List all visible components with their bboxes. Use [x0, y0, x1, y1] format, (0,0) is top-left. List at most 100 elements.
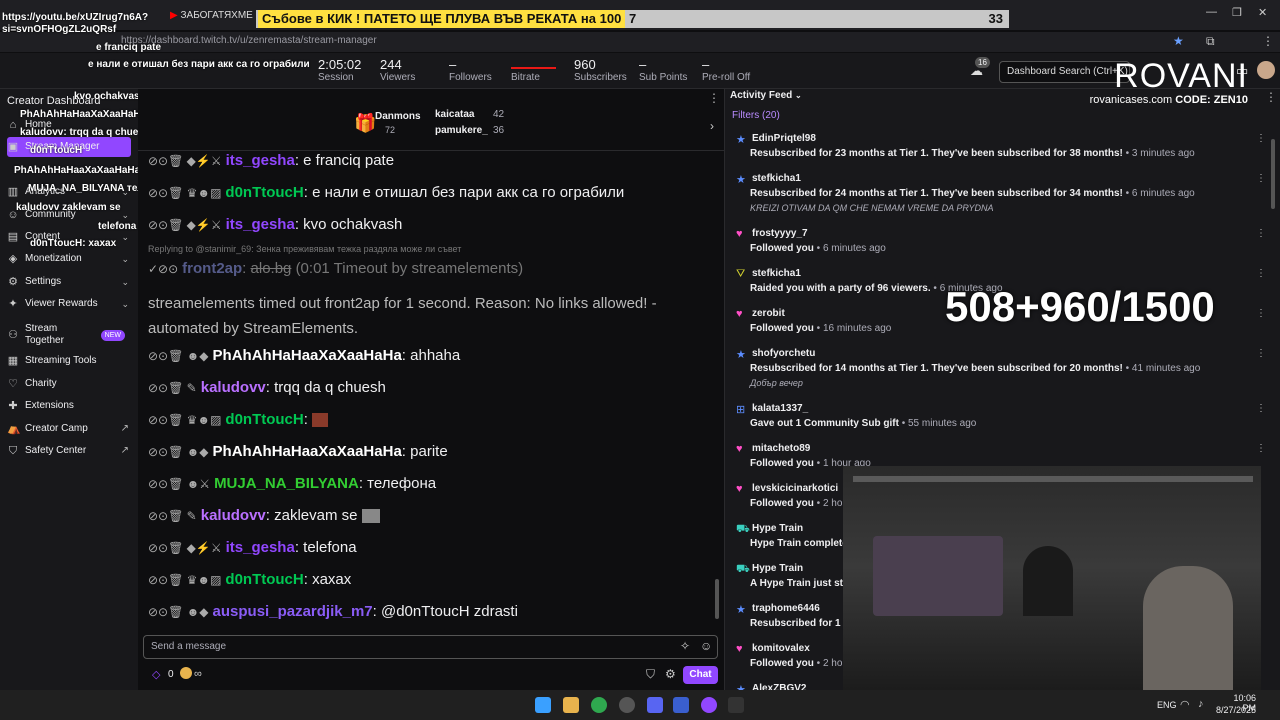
sidebar-item-creator-camp[interactable]: ⛺ Creator Camp ↗ — [7, 419, 131, 439]
address-bar[interactable]: https://dashboard.twitch.tv/u/zenremasta… — [0, 32, 1280, 52]
terminal-icon[interactable] — [728, 697, 744, 713]
chevron-down-icon: ⌄ — [121, 254, 129, 264]
twitch-icon[interactable] — [701, 697, 717, 713]
url-text[interactable]: https://dashboard.twitch.tv/u/zenremasta… — [121, 35, 377, 46]
badge-icons: ⊘⊙🗑 ☻◆ — [148, 605, 209, 619]
sponsor-code: CODE: ZEN10 — [1175, 94, 1248, 106]
sponsor-brand: ROVANI — [1114, 57, 1248, 95]
heart-icon: ♥ — [736, 228, 743, 240]
extensions-puzzle-icon: ✚ — [8, 400, 18, 412]
sidebar-item-analytics[interactable]: ▥ Analytics ⌄ — [7, 182, 131, 202]
clock-date[interactable]: 8/27/2025 — [1214, 705, 1256, 715]
charity-icon: ♡ — [8, 378, 18, 390]
bookmark-star-icon[interactable]: ★ — [1173, 34, 1184, 48]
wifi-icon[interactable]: ◠ — [1180, 698, 1190, 711]
sidebar-item-viewer-rewards[interactable]: ✦ Viewer Rewards ⌄ — [7, 294, 131, 314]
badge-icons: ⊘⊙🗑 ☻◆ — [148, 349, 209, 363]
chat-settings-icon[interactable]: ⋮ — [708, 91, 720, 105]
sidebar-item-charity[interactable]: ♡ Charity — [7, 374, 131, 394]
chevron-down-icon: ⌄ — [121, 299, 129, 309]
badge-icons: ⊘⊙🗑 ◆⚡⚔ — [148, 154, 222, 168]
chat-message: ⊘⊙🗑 ✎ kaludovv: zaklevam se — [148, 506, 380, 526]
chat-send-button[interactable]: Chat — [683, 666, 718, 684]
sidebar-item-settings[interactable]: ⚙ Settings ⌄ — [7, 272, 131, 292]
gift-icon: 🎁 — [354, 113, 377, 133]
leader-1-name[interactable]: Danmons — [375, 111, 421, 122]
close-icon[interactable]: ✕ — [1258, 6, 1267, 19]
feed-menu-icon[interactable]: ⋮ — [1265, 90, 1277, 104]
badge-icons: ⊘⊙🗑 ◆⚡⚔ — [148, 218, 222, 232]
star-icon: ★ — [736, 349, 746, 361]
sidebar-item-monetization[interactable]: ◈ Monetization ⌄ — [7, 249, 131, 269]
obs-icon[interactable] — [619, 697, 635, 713]
feed-title[interactable]: Activity Feed ⌄ — [730, 90, 802, 101]
sidebar-item-community[interactable]: ☺ Community ⌄ — [7, 205, 131, 225]
chat-message: ⊘⊙🗑 ◆⚡⚔ its_gesha: kvo ochakvash — [148, 216, 403, 233]
sparkle-icon[interactable]: ✧ — [680, 639, 690, 653]
leader-3-name[interactable]: pamukere_ — [435, 125, 488, 136]
extensions-icon[interactable]: ⧉ — [1206, 34, 1215, 49]
sidebar-item-stream-together[interactable]: ⚇ Stream Together NEW — [7, 322, 131, 348]
star-icon: ★ — [736, 134, 746, 146]
item-menu-icon: ⋮ — [1256, 348, 1266, 359]
raid-icon: ⛛ — [736, 268, 746, 280]
sidebar-item-stream-manager[interactable]: ▣ Stream Manager — [7, 137, 131, 157]
feed-scrollbar[interactable] — [1271, 139, 1275, 209]
app-icon[interactable] — [673, 697, 689, 713]
bitrate-graph — [511, 67, 556, 69]
language-indicator[interactable]: ENG — [1157, 700, 1177, 710]
chat-input[interactable]: Send a message — [143, 635, 718, 659]
system-message: streamelements timed out front2ap for 1 … — [148, 295, 657, 337]
chat-message: ⊘⊙🗑 ☻◆ auspusi_pazardjik_m7: @d0nTtoucH z… — [148, 603, 518, 620]
sidebar-item-safety-center[interactable]: ⛉ Safety Center ↗ — [7, 441, 131, 461]
chevron-down-icon: ⌄ — [121, 210, 129, 220]
chat-scrollbar[interactable] — [715, 579, 719, 619]
sidebar-item-extensions[interactable]: ✚ Extensions — [7, 396, 131, 416]
chevron-down-icon: ⌄ — [121, 232, 129, 242]
item-menu-icon: ⋮ — [1256, 133, 1266, 144]
gear-icon[interactable]: ⚙ — [665, 667, 676, 681]
chevron-right-icon[interactable]: › — [710, 119, 714, 133]
heart-icon: ♥ — [736, 483, 743, 495]
emote-icon — [361, 509, 380, 524]
avatar[interactable] — [1257, 61, 1275, 79]
hype-train-icon: ⛟ — [736, 563, 750, 575]
analytics-icon: ▥ — [7, 186, 19, 198]
minimize-icon[interactable]: — — [1206, 6, 1217, 18]
sidebar-item-streaming-tools[interactable]: ▦ Streaming Tools — [7, 351, 131, 371]
channel-points-icon[interactable]: ◇ — [152, 668, 160, 681]
maximize-icon[interactable]: ❐ — [1232, 6, 1242, 19]
browser-tab[interactable]: ▶ ЗАБОГАТЯХМЕ В — [170, 6, 262, 26]
rewards-icon: ✦ — [8, 298, 18, 310]
heart-icon: ♥ — [736, 643, 743, 655]
windows-taskbar: ENG ◠ ♪ 10:06 PM 8/27/2025 — [0, 690, 1280, 720]
leader-2-name[interactable]: kaicataa — [435, 109, 474, 120]
youtube-icon: ▶ — [170, 10, 178, 21]
stream-manager-icon: ▣ — [7, 141, 19, 153]
emote-picker-icon[interactable]: ☺ — [700, 639, 712, 653]
external-link-icon: ↗ — [120, 445, 129, 456]
external-link-icon: ↗ — [120, 423, 129, 434]
stat-bitrate: Bitrate — [511, 58, 556, 83]
badge-icons: ✓⊘⊙ — [148, 262, 179, 276]
chat-message: ⊘⊙🗑 ♛☻▨ d0nTtoucH: — [148, 410, 329, 430]
discord-icon[interactable] — [647, 697, 663, 713]
notification-count: 16 — [975, 57, 990, 68]
chrome-icon[interactable] — [591, 697, 607, 713]
stat-subscribers: 960 Subscribers — [574, 57, 627, 83]
sidebar-item-content[interactable]: ▤ Content ⌄ — [7, 227, 131, 247]
sponsor-site: rovanicases.com — [1089, 94, 1173, 106]
file-explorer-icon[interactable] — [563, 697, 579, 713]
sidebar-item-home[interactable]: ⌂ Home — [7, 115, 131, 135]
volume-icon[interactable]: ♪ — [1198, 698, 1204, 710]
hype-train-icon: ⛟ — [736, 523, 750, 535]
shield-icon: ⛉ — [8, 445, 18, 457]
coin-icon — [180, 667, 192, 679]
stat-preroll: – Pre-roll Off — [702, 57, 751, 83]
start-icon[interactable] — [535, 697, 551, 713]
browser-menu-icon[interactable]: ⋮ — [1262, 34, 1274, 48]
filters-link[interactable]: Filters (20) — [732, 110, 780, 121]
chat-message: ⊘⊙🗑 ◆⚡⚔ its_gesha: telefona — [148, 539, 357, 556]
item-menu-icon: ⋮ — [1256, 308, 1266, 319]
shield-mod-icon[interactable]: ⛉ — [646, 667, 655, 682]
